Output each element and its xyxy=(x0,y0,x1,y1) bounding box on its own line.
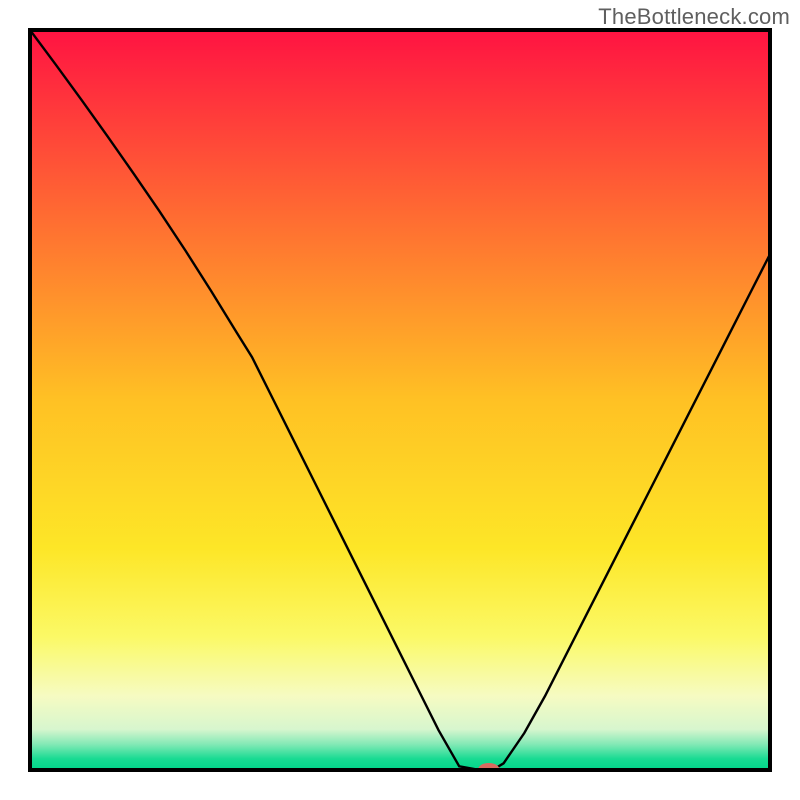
chart-container: TheBottleneck.com xyxy=(0,0,800,800)
plot-area xyxy=(30,30,770,777)
gradient-background xyxy=(30,30,770,770)
bottleneck-chart xyxy=(0,0,800,800)
watermark-text: TheBottleneck.com xyxy=(598,4,790,30)
